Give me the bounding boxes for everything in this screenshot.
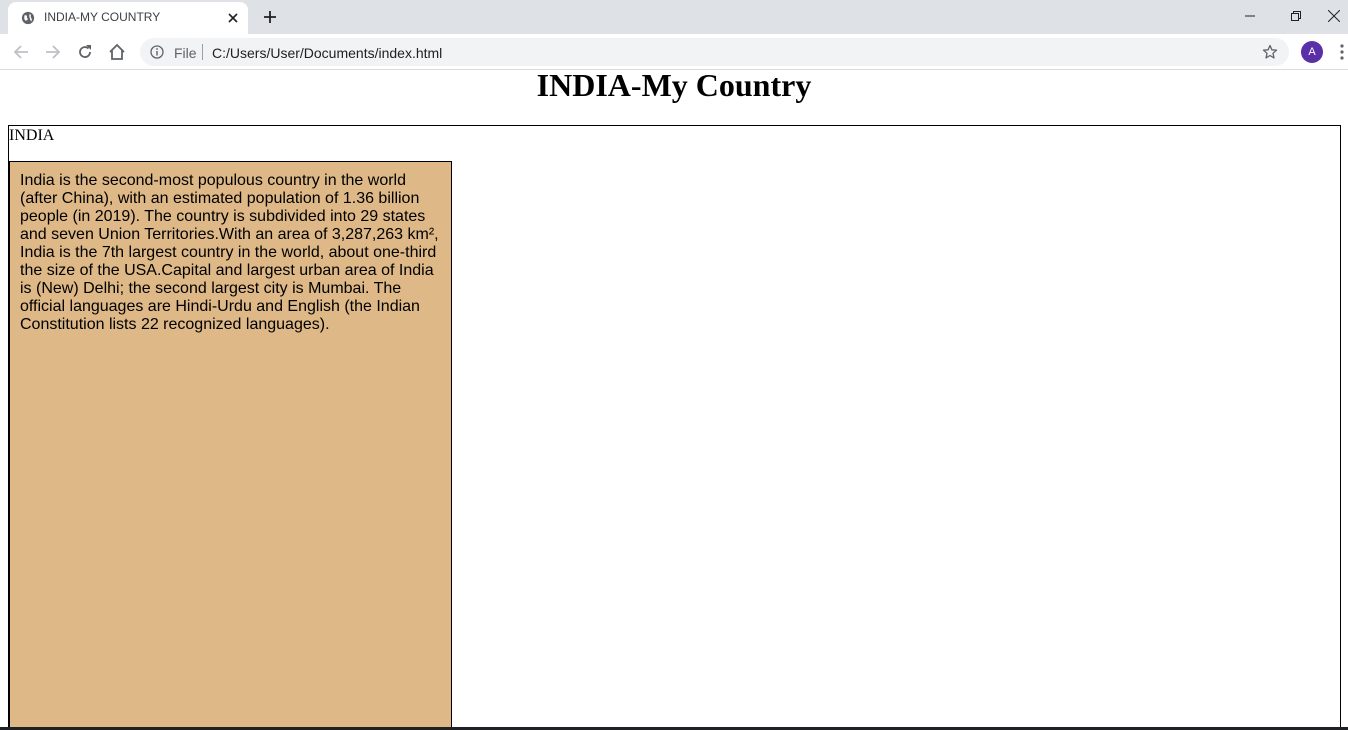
- new-tab-button[interactable]: [259, 6, 281, 28]
- browser-toolbar: File C:/Users/User/Documents/index.html …: [0, 34, 1348, 70]
- country-frame: INDIA India is the second-most populous …: [8, 125, 1341, 730]
- reload-icon: [79, 45, 91, 58]
- home-icon: [109, 43, 125, 60]
- close-icon: [228, 13, 238, 23]
- address-url[interactable]: C:/Users/User/Documents/index.html: [212, 45, 442, 61]
- browser-titlebar: INDIA-MY COUNTRY: [0, 0, 1348, 34]
- restore-button[interactable]: [1273, 0, 1319, 32]
- tab-title: INDIA-MY COUNTRY: [44, 10, 161, 24]
- minimize-button[interactable]: [1227, 0, 1273, 32]
- address-scheme: File: [174, 45, 197, 61]
- profile-avatar[interactable]: A: [1301, 41, 1323, 63]
- page-viewport: INDIA-My Country INDIA India is the seco…: [0, 71, 1348, 730]
- arrow-right-icon: [46, 45, 61, 59]
- browser-tab[interactable]: INDIA-MY COUNTRY: [8, 2, 248, 34]
- address-bar[interactable]: File C:/Users/User/Documents/index.html: [140, 38, 1289, 66]
- tab-close-button[interactable]: [225, 10, 241, 26]
- forward-button[interactable]: [39, 38, 67, 66]
- info-box: India is the second-most populous countr…: [9, 161, 452, 730]
- arrow-left-icon: [13, 45, 28, 59]
- home-button[interactable]: [103, 38, 131, 66]
- info-icon[interactable]: [150, 45, 164, 59]
- more-vert-icon[interactable]: [1336, 44, 1348, 60]
- page-title: INDIA-My Country: [536, 71, 812, 103]
- minimize-icon: [1245, 15, 1255, 17]
- reload-button[interactable]: [71, 38, 99, 66]
- avatar-initial: A: [1308, 46, 1316, 58]
- close-icon: [1327, 10, 1340, 22]
- plus-icon: [264, 11, 276, 23]
- globe-icon: [21, 11, 35, 25]
- frame-label: INDIA: [9, 127, 55, 144]
- star-icon[interactable]: [1262, 44, 1278, 60]
- restore-icon: [1291, 11, 1301, 21]
- back-button[interactable]: [7, 38, 35, 66]
- info-paragraph: India is the second-most populous countr…: [20, 172, 439, 333]
- window-close-button[interactable]: [1319, 0, 1348, 32]
- address-divider: [202, 44, 203, 60]
